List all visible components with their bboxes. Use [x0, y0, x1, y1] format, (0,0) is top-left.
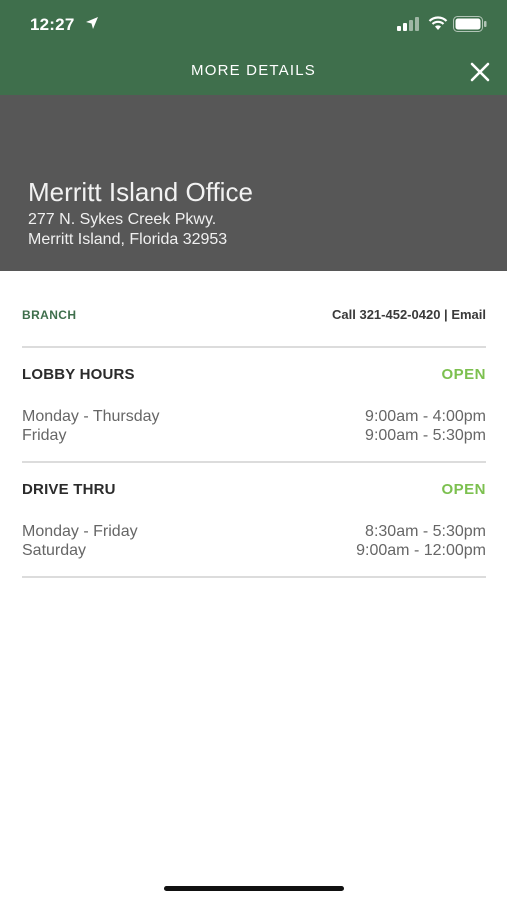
hours-time: 9:00am - 4:00pm — [365, 408, 486, 425]
hours-time: 9:00am - 12:00pm — [356, 542, 486, 559]
status-time: 12:27 — [30, 15, 75, 34]
office-name: Merritt Island Office — [28, 177, 253, 207]
address-line-2: Merritt Island, Florida 32953 — [28, 231, 228, 248]
location-arrow-icon — [86, 17, 98, 29]
status-bar: 12:27 — [0, 0, 507, 50]
hours-day: Monday - Friday — [22, 523, 138, 540]
drive-thru-title: DRIVE THRU — [22, 481, 116, 498]
drive-thru-section: DRIVE THRU OPEN Monday - Friday 8:30am -… — [22, 463, 486, 578]
hours-day: Friday — [22, 427, 67, 444]
home-indicator[interactable] — [164, 886, 344, 891]
battery-icon — [453, 16, 487, 32]
lobby-status-badge: OPEN — [441, 366, 486, 383]
wifi-icon — [428, 16, 448, 30]
call-link[interactable]: Call 321-452-0420 — [332, 307, 440, 322]
office-banner: Merritt Island Office 277 N. Sykes Creek… — [0, 95, 507, 271]
contact-links: Call 321-452-0420 | Email — [332, 307, 486, 322]
email-link[interactable]: Email — [451, 307, 486, 322]
branch-label: BRANCH — [22, 308, 77, 322]
details-content: BRANCH Call 321-452-0420 | Email LOBBY H… — [22, 271, 486, 578]
close-icon[interactable] — [466, 58, 494, 86]
lobby-hours-section: LOBBY HOURS OPEN Monday - Thursday 9:00a… — [22, 348, 486, 463]
page-title: MORE DETAILS — [191, 62, 316, 79]
drive-thru-status-badge: OPEN — [441, 481, 486, 498]
hours-time: 8:30am - 5:30pm — [365, 523, 486, 540]
branch-row: BRANCH Call 321-452-0420 | Email — [22, 271, 486, 348]
contact-separator: | — [440, 307, 452, 322]
address-line-1: 277 N. Sykes Creek Pkwy. — [28, 211, 217, 228]
hours-time: 9:00am - 5:30pm — [365, 427, 486, 444]
header-bar: 12:27 MORE DETAILS — [0, 0, 507, 95]
hours-day: Saturday — [22, 542, 87, 559]
signal-icon — [397, 17, 419, 31]
lobby-hours-title: LOBBY HOURS — [22, 366, 135, 383]
hours-day: Monday - Thursday — [22, 408, 160, 425]
